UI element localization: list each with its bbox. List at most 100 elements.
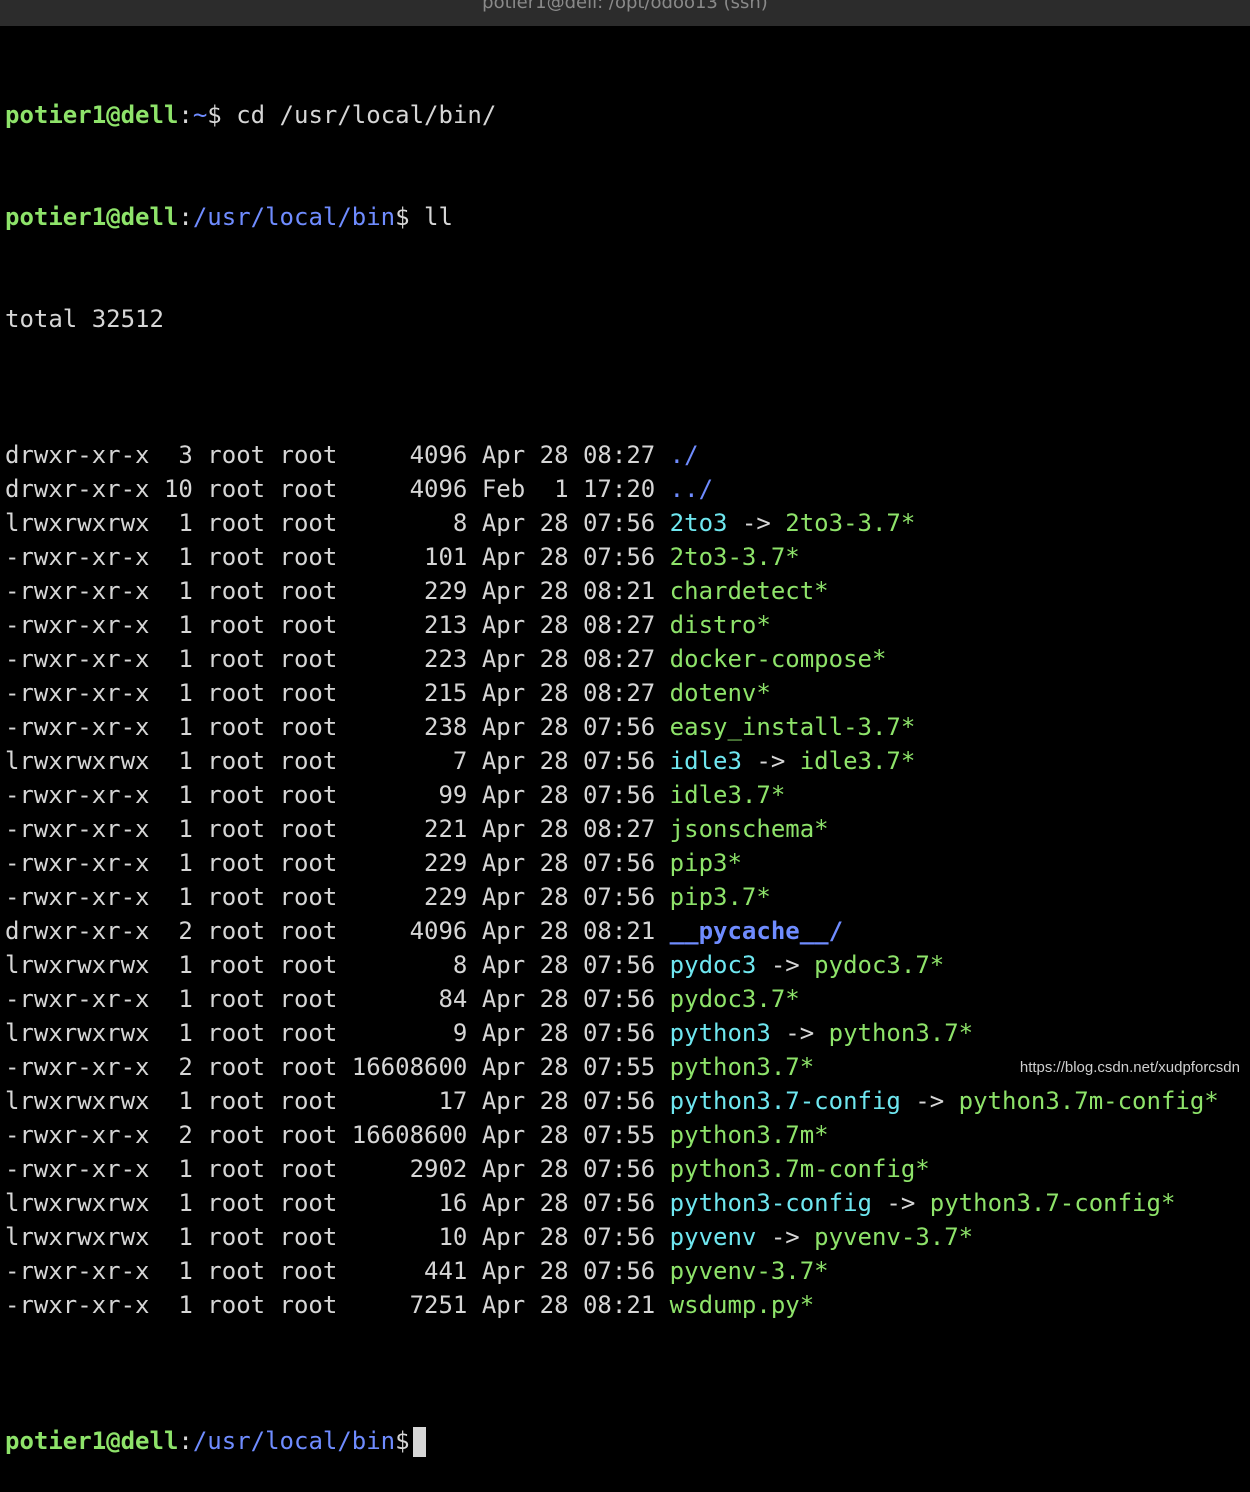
prompt-symbol: $ [207, 101, 221, 129]
file-entry-name: idle3.7* [670, 781, 786, 809]
terminal-output[interactable]: potier1@dell:~$ cd /usr/local/bin/ potie… [5, 30, 1250, 1492]
file-entry-name: ../ [670, 475, 713, 503]
file-entry-name: pydoc3.7* [670, 985, 800, 1013]
file-entry-name: jsonschema* [670, 815, 829, 843]
file-entry-meta: -rwxr-xr-x 1 root root 221 Apr 28 08:27 [5, 815, 670, 843]
file-entry-meta: lrwxrwxrwx 1 root root 16 Apr 28 07:56 [5, 1189, 670, 1217]
file-entry-row: -rwxr-xr-x 1 root root 229 Apr 28 07:56 … [5, 880, 1250, 914]
file-entry-row: -rwxr-xr-x 1 root root 229 Apr 28 08:21 … [5, 574, 1250, 608]
file-entry-name: easy_install-3.7* [670, 713, 916, 741]
symlink-arrow: -> [872, 1189, 930, 1217]
prompt-symbol: $ [395, 203, 409, 231]
file-entry-meta: -rwxr-xr-x 1 root root 2902 Apr 28 07:56 [5, 1155, 670, 1183]
file-entry-name: docker-compose* [670, 645, 887, 673]
file-entry-row: -rwxr-xr-x 1 root root 215 Apr 28 08:27 … [5, 676, 1250, 710]
symlink-target: pyvenv-3.7* [814, 1223, 973, 1251]
file-entry-row: lrwxrwxrwx 1 root root 8 Apr 28 07:56 2t… [5, 506, 1250, 540]
file-entry-row: -rwxr-xr-x 1 root root 221 Apr 28 08:27 … [5, 812, 1250, 846]
file-entry-row: -rwxr-xr-x 1 root root 441 Apr 28 07:56 … [5, 1254, 1250, 1288]
prompt-separator: : [178, 203, 192, 231]
file-entry-row: lrwxrwxrwx 1 root root 10 Apr 28 07:56 p… [5, 1220, 1250, 1254]
file-entry-row: -rwxr-xr-x 1 root root 238 Apr 28 07:56 … [5, 710, 1250, 744]
file-entry-row: lrwxrwxrwx 1 root root 7 Apr 28 07:56 id… [5, 744, 1250, 778]
symlink-target: 2to3-3.7* [785, 509, 915, 537]
file-entry-name: pip3.7* [670, 883, 771, 911]
file-entry-meta: -rwxr-xr-x 1 root root 229 Apr 28 07:56 [5, 849, 670, 877]
file-entry-row: lrwxrwxrwx 1 root root 9 Apr 28 07:56 py… [5, 1016, 1250, 1050]
symlink-target: python3.7m-config* [959, 1087, 1219, 1115]
file-entry-row: -rwxr-xr-x 1 root root 229 Apr 28 07:56 … [5, 846, 1250, 880]
file-entry-row: -rwxr-xr-x 1 root root 84 Apr 28 07:56 p… [5, 982, 1250, 1016]
file-entry-meta: -rwxr-xr-x 2 root root 16608600 Apr 28 0… [5, 1121, 670, 1149]
watermark: https://blog.csdn.net/xudpforcsdn [1020, 1059, 1240, 1076]
file-entry-meta: -rwxr-xr-x 1 root root 101 Apr 28 07:56 [5, 543, 670, 571]
file-entry-meta: lrwxrwxrwx 1 root root 10 Apr 28 07:56 [5, 1223, 670, 1251]
file-entry-meta: drwxr-xr-x 3 root root 4096 Apr 28 08:27 [5, 441, 670, 469]
file-entry-meta: -rwxr-xr-x 1 root root 7251 Apr 28 08:21 [5, 1291, 670, 1319]
file-entry-row: -rwxr-xr-x 1 root root 223 Apr 28 08:27 … [5, 642, 1250, 676]
symlink-target: python3.7* [829, 1019, 974, 1047]
file-entry-row: -rwxr-xr-x 1 root root 101 Apr 28 07:56 … [5, 540, 1250, 574]
file-entry-row: lrwxrwxrwx 1 root root 17 Apr 28 07:56 p… [5, 1084, 1250, 1118]
file-entry-meta: lrwxrwxrwx 1 root root 8 Apr 28 07:56 [5, 951, 670, 979]
file-entry-row: -rwxr-xr-x 1 root root 2902 Apr 28 07:56… [5, 1152, 1250, 1186]
symlink-target: idle3.7* [800, 747, 916, 775]
prompt-path: /usr/local/bin [193, 203, 395, 231]
file-entry-meta: -rwxr-xr-x 1 root root 213 Apr 28 08:27 [5, 611, 670, 639]
file-entry-meta: -rwxr-xr-x 1 root root 84 Apr 28 07:56 [5, 985, 670, 1013]
file-entry-name: python3-config [670, 1189, 872, 1217]
file-entry-meta: -rwxr-xr-x 1 root root 229 Apr 28 07:56 [5, 883, 670, 911]
file-entry-name: pip3* [670, 849, 742, 877]
file-entry-meta: drwxr-xr-x 2 root root 4096 Apr 28 08:21 [5, 917, 670, 945]
file-entry-meta: -rwxr-xr-x 1 root root 99 Apr 28 07:56 [5, 781, 670, 809]
file-entry-name: python3.7-config [670, 1087, 901, 1115]
symlink-arrow: -> [742, 747, 800, 775]
command-text: cd /usr/local/bin/ [222, 101, 497, 129]
file-entry-name: __pycache__/ [670, 917, 843, 945]
file-entry-row: drwxr-xr-x 2 root root 4096 Apr 28 08:21… [5, 914, 1250, 948]
file-entry-meta: -rwxr-xr-x 2 root root 16608600 Apr 28 0… [5, 1053, 670, 1081]
file-entry-meta: drwxr-xr-x 10 root root 4096 Feb 1 17:20 [5, 475, 670, 503]
file-entry-name: python3.7* [670, 1053, 815, 1081]
symlink-target: python3.7-config* [930, 1189, 1176, 1217]
file-entry-name: dotenv* [670, 679, 771, 707]
symlink-arrow: -> [756, 1223, 814, 1251]
symlink-arrow: -> [901, 1087, 959, 1115]
command-text: ll [410, 203, 453, 231]
symlink-target: pydoc3.7* [814, 951, 944, 979]
file-entry-row: lrwxrwxrwx 1 root root 8 Apr 28 07:56 py… [5, 948, 1250, 982]
prompt-separator: : [178, 1427, 192, 1455]
file-entry-name: ./ [670, 441, 699, 469]
file-entry-name: chardetect* [670, 577, 829, 605]
file-entry-meta: lrwxrwxrwx 1 root root 8 Apr 28 07:56 [5, 509, 670, 537]
file-entry-row: drwxr-xr-x 3 root root 4096 Apr 28 08:27… [5, 438, 1250, 472]
file-entry-name: wsdump.py* [670, 1291, 815, 1319]
text-cursor[interactable] [413, 1427, 426, 1457]
file-entry-meta: -rwxr-xr-x 1 root root 238 Apr 28 07:56 [5, 713, 670, 741]
file-entry-name: pyvenv [670, 1223, 757, 1251]
file-entry-row: -rwxr-xr-x 2 root root 16608600 Apr 28 0… [5, 1118, 1250, 1152]
file-entry-row: -rwxr-xr-x 1 root root 7251 Apr 28 08:21… [5, 1288, 1250, 1322]
file-entry-meta: -rwxr-xr-x 1 root root 441 Apr 28 07:56 [5, 1257, 670, 1285]
file-entry-name: 2to3 [670, 509, 728, 537]
file-entry-meta: -rwxr-xr-x 1 root root 215 Apr 28 08:27 [5, 679, 670, 707]
prompt-line: potier1@dell:/usr/local/bin$ ll [5, 200, 1250, 234]
prompt-path: /usr/local/bin [193, 1427, 395, 1455]
file-entry-name: pydoc3 [670, 951, 757, 979]
file-entry-name: pyvenv-3.7* [670, 1257, 829, 1285]
file-entry-row: -rwxr-xr-x 1 root root 213 Apr 28 08:27 … [5, 608, 1250, 642]
file-entry-name: distro* [670, 611, 771, 639]
file-entry-row: lrwxrwxrwx 1 root root 16 Apr 28 07:56 p… [5, 1186, 1250, 1220]
file-entry-name: python3 [670, 1019, 771, 1047]
file-entry-name: 2to3-3.7* [670, 543, 800, 571]
symlink-arrow: -> [771, 1019, 829, 1047]
file-entry-name: python3.7m* [670, 1121, 829, 1149]
window-title: potier1@dell: /opt/odoo13 (ssh) [482, 0, 768, 16]
prompt-path: ~ [193, 101, 207, 129]
prompt-line: potier1@dell:~$ cd /usr/local/bin/ [5, 98, 1250, 132]
file-entry-meta: -rwxr-xr-x 1 root root 229 Apr 28 08:21 [5, 577, 670, 605]
window-title-bar: potier1@dell: /opt/odoo13 (ssh) [0, 0, 1250, 26]
file-entry-row: drwxr-xr-x 10 root root 4096 Feb 1 17:20… [5, 472, 1250, 506]
file-entry-row: -rwxr-xr-x 1 root root 99 Apr 28 07:56 i… [5, 778, 1250, 812]
symlink-arrow: -> [756, 951, 814, 979]
